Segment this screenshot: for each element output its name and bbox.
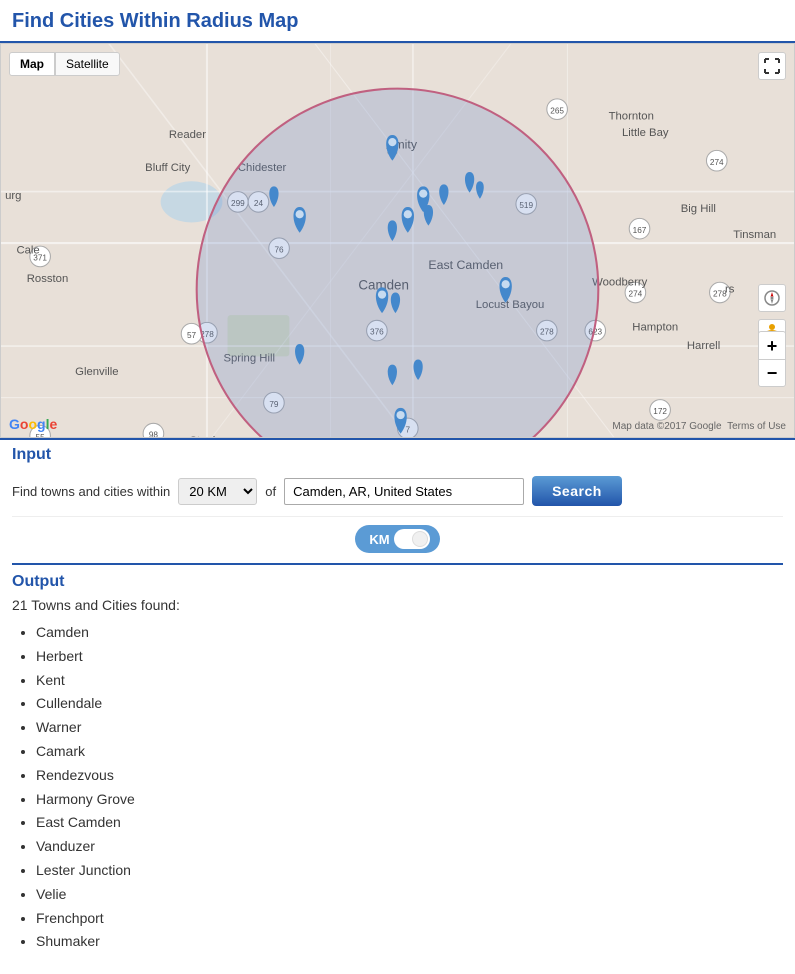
input-row: Find towns and cities within 1 KM 5 KM 1… — [12, 468, 783, 516]
map-compass-btn[interactable] — [758, 284, 786, 312]
search-button[interactable]: Search — [532, 476, 622, 506]
svg-text:Little Bay: Little Bay — [622, 127, 669, 139]
svg-text:98: 98 — [149, 431, 159, 437]
output-section-label: Output — [12, 563, 783, 597]
svg-text:167: 167 — [633, 226, 647, 235]
svg-text:274: 274 — [710, 158, 724, 167]
list-item: Camark — [36, 740, 783, 764]
list-item: Rendezvous — [36, 764, 783, 788]
svg-text:265: 265 — [550, 106, 564, 115]
toggle-switch[interactable] — [394, 529, 430, 549]
page-wrapper: Find Cities Within Radius Map — [0, 0, 795, 974]
of-text: of — [265, 484, 276, 499]
svg-text:Rosston: Rosston — [27, 273, 68, 285]
map-zoom-out-btn[interactable]: − — [758, 359, 786, 387]
svg-text:274: 274 — [629, 290, 643, 299]
output-section: Output 21 Towns and Cities found: Camden… — [0, 563, 795, 974]
map-fullscreen-btn[interactable] — [758, 52, 786, 80]
svg-text:172: 172 — [653, 407, 667, 416]
map-type-satellite-btn[interactable]: Satellite — [55, 52, 120, 76]
input-section-label: Input — [12, 440, 783, 468]
list-item: Lester Junction — [36, 859, 783, 883]
terms-of-use-link[interactable]: Terms of Use — [727, 421, 786, 432]
svg-text:Harrell: Harrell — [687, 340, 720, 352]
input-prompt-text: Find towns and cities within — [12, 484, 170, 499]
svg-text:Reader: Reader — [169, 129, 206, 141]
list-item: Harmony Grove — [36, 788, 783, 812]
svg-text:Glenville: Glenville — [75, 366, 118, 378]
location-input[interactable] — [284, 478, 524, 505]
map-container: 299 371 24 76 278 376 7 79 98 55 57 519 … — [0, 43, 795, 438]
map-type-controls: Map Satellite — [9, 52, 120, 76]
svg-text:Big Hill: Big Hill — [681, 203, 716, 215]
toggle-label: KM — [369, 532, 389, 547]
svg-text:Stephens: Stephens — [189, 435, 237, 437]
list-item: Shumaker — [36, 930, 783, 954]
svg-text:55: 55 — [36, 433, 46, 437]
svg-text:urg: urg — [5, 190, 21, 202]
list-item: Velie — [36, 883, 783, 907]
radius-select[interactable]: 1 KM 5 KM 10 KM 20 KM 50 KM 100 KM — [178, 478, 257, 505]
svg-text:Tinsman: Tinsman — [733, 229, 776, 241]
google-logo: Google — [9, 416, 57, 432]
list-item: Vanduzer — [36, 835, 783, 859]
city-list: CamdenHerbertKentCullendaleWarnerCamarkR… — [12, 621, 783, 954]
list-item: Camden — [36, 621, 783, 645]
svg-text:Hampton: Hampton — [632, 322, 678, 334]
svg-text:rs: rs — [725, 284, 735, 296]
map-zoom-controls: + − — [758, 331, 786, 387]
toggle-row: KM — [12, 516, 783, 559]
svg-text:Cale: Cale — [16, 244, 39, 256]
result-count: 21 Towns and Cities found: — [12, 597, 783, 613]
svg-text:57: 57 — [187, 331, 197, 340]
list-item: Frenchport — [36, 907, 783, 931]
page-title: Find Cities Within Radius Map — [0, 0, 795, 43]
map-zoom-in-btn[interactable]: + — [758, 331, 786, 359]
list-item: Cullendale — [36, 692, 783, 716]
map-attribution: Map data ©2017 Google Terms of Use — [612, 421, 786, 432]
list-item: Warner — [36, 716, 783, 740]
toggle-knob — [412, 531, 428, 547]
svg-text:Bluff City: Bluff City — [145, 162, 190, 174]
svg-text:Thornton: Thornton — [609, 110, 654, 122]
svg-text:Woodberry: Woodberry — [592, 276, 647, 288]
list-item: Kent — [36, 669, 783, 693]
list-item: Herbert — [36, 645, 783, 669]
input-section: Input Find towns and cities within 1 KM … — [0, 438, 795, 559]
list-item: East Camden — [36, 811, 783, 835]
toggle-wrapper[interactable]: KM — [355, 525, 439, 553]
map-type-map-btn[interactable]: Map — [9, 52, 55, 76]
